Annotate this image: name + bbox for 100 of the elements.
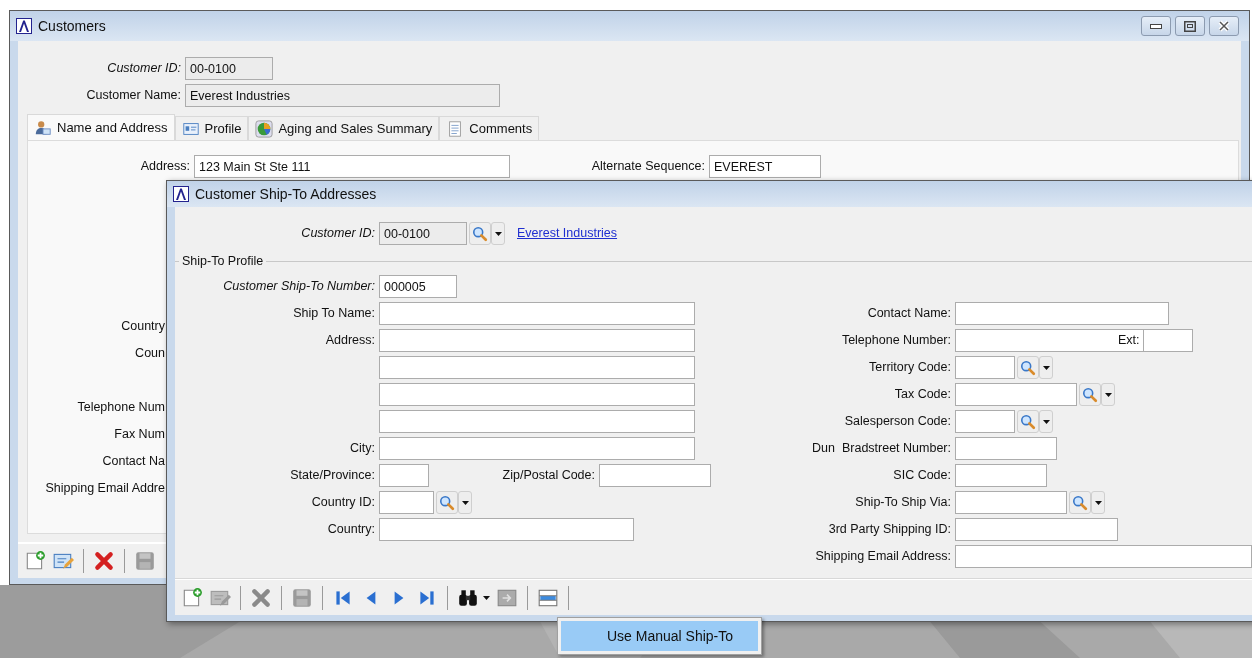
- new-document-icon[interactable]: [24, 550, 46, 572]
- search-icon: [1082, 386, 1098, 403]
- text-field[interactable]: [379, 302, 695, 325]
- text-field[interactable]: [955, 302, 1169, 325]
- field-label: Shipping Email Addre: [44, 480, 165, 498]
- text-field[interactable]: [955, 356, 1015, 379]
- text-field[interactable]: [955, 491, 1067, 514]
- dropdown-button[interactable]: [1039, 410, 1053, 433]
- field-label: Ship To Name:: [292, 305, 375, 323]
- caret-icon: [1042, 419, 1050, 424]
- tab[interactable]: Profile: [174, 116, 249, 140]
- field-label: Customer ID:: [300, 225, 375, 243]
- field-label: Telephone Num: [76, 399, 165, 417]
- tab[interactable]: Name and Address: [27, 114, 175, 140]
- field-label: Customer Ship-To Number:: [222, 278, 375, 296]
- maximize-button[interactable]: [1175, 16, 1205, 36]
- logo-icon: [16, 18, 32, 34]
- field-label: Customer Name:: [85, 87, 181, 105]
- caret-icon: [461, 500, 469, 505]
- lookup-button[interactable]: [1069, 491, 1091, 514]
- dropdown-button[interactable]: [1101, 383, 1115, 406]
- window-title: Customer Ship-To Addresses: [195, 184, 377, 204]
- text-field[interactable]: [1142, 329, 1193, 352]
- dropdown-button[interactable]: [491, 222, 505, 245]
- field-label: State/Province:: [289, 467, 375, 485]
- text-field[interactable]: [379, 410, 695, 433]
- text-field[interactable]: 000005: [379, 275, 457, 298]
- field-label: Address:: [139, 158, 190, 176]
- caret-icon: [1104, 392, 1112, 397]
- field-label: Contact Na: [101, 453, 165, 471]
- delete-icon[interactable]: [93, 550, 115, 572]
- text-field[interactable]: [955, 545, 1252, 568]
- field-label: Alternate Sequence:: [590, 158, 705, 176]
- text-field[interactable]: [379, 491, 434, 514]
- field-label: Contact Name:: [866, 305, 951, 323]
- text-field[interactable]: [379, 329, 695, 352]
- search-icon: [1072, 494, 1088, 511]
- dropdown-button[interactable]: [1091, 491, 1105, 514]
- group-title: Ship-To Profile: [182, 252, 264, 270]
- lookup-button[interactable]: [469, 222, 491, 245]
- ext-label: Ext:: [1118, 329, 1143, 352]
- text-field[interactable]: [379, 383, 695, 406]
- minimize-button[interactable]: [1141, 16, 1171, 36]
- logo-icon: [173, 186, 189, 202]
- field-label: Address:: [324, 332, 375, 350]
- text-field[interactable]: [379, 464, 429, 487]
- pie-chart-icon: [255, 119, 274, 138]
- field-label: City:: [349, 440, 375, 458]
- field-label: Coun: [134, 345, 165, 363]
- field-label: Dun Bradstreet Number:: [811, 440, 951, 458]
- lookup-button[interactable]: [1017, 356, 1039, 379]
- dropdown-button[interactable]: [1039, 356, 1053, 379]
- window-title: Customers: [38, 16, 106, 36]
- text-field[interactable]: [955, 410, 1015, 433]
- text-field[interactable]: [379, 356, 695, 379]
- caret-icon[interactable]: [483, 595, 490, 600]
- field-label: Telephone Number:: [840, 332, 951, 350]
- search-icon: [439, 494, 455, 511]
- field-label: Fax Num: [113, 426, 165, 444]
- field-label: Customer ID:: [106, 60, 181, 78]
- text-field[interactable]: EVEREST: [709, 155, 821, 178]
- menu-item[interactable]: Use Manual Ship-To: [561, 621, 758, 651]
- field-label: Country:: [326, 521, 375, 539]
- field-label: Shipping Email Address:: [814, 548, 951, 566]
- person-icon: [34, 118, 52, 137]
- dropdown-button[interactable]: [458, 491, 472, 514]
- text-field[interactable]: [955, 437, 1057, 460]
- lookup-button[interactable]: [1017, 410, 1039, 433]
- text-field[interactable]: [379, 518, 634, 541]
- text-field[interactable]: [955, 329, 1118, 352]
- text-field[interactable]: [955, 518, 1118, 541]
- field-label: Salesperson Code:: [843, 413, 951, 431]
- close-button[interactable]: [1209, 16, 1239, 36]
- lookup-button[interactable]: [436, 491, 458, 514]
- text-field[interactable]: [379, 437, 695, 460]
- search-icon: [1020, 359, 1036, 376]
- search-icon: [472, 225, 488, 242]
- field-label: Country ID:: [310, 494, 375, 512]
- field-label: Country: [120, 318, 165, 336]
- caret-icon: [1094, 500, 1102, 505]
- lookup-button[interactable]: [1079, 383, 1101, 406]
- text-field[interactable]: [955, 464, 1047, 487]
- field-label: 3rd Party Shipping ID:: [827, 521, 951, 539]
- text-field[interactable]: [955, 383, 1077, 406]
- text-field[interactable]: 123 Main St Ste 111: [194, 155, 510, 178]
- field-label: Tax Code:: [893, 386, 951, 404]
- maximize-icon: [1184, 20, 1196, 32]
- field-label: SIC Code:: [892, 467, 951, 485]
- minimize-icon: [1150, 23, 1162, 29]
- tab[interactable]: Comments: [439, 116, 540, 140]
- caret-icon: [494, 231, 502, 236]
- search-icon: [1020, 413, 1036, 430]
- field-label: Territory Code:: [868, 359, 951, 377]
- caret-icon: [1042, 365, 1050, 370]
- field-label: Zip/Postal Code:: [501, 467, 595, 485]
- new-document-icon[interactable]: [181, 586, 203, 609]
- text-field[interactable]: [599, 464, 711, 487]
- tab[interactable]: Aging and Sales Summary: [248, 116, 440, 140]
- field-label: Ship-To Ship Via:: [854, 494, 951, 512]
- close-icon: [1218, 20, 1230, 32]
